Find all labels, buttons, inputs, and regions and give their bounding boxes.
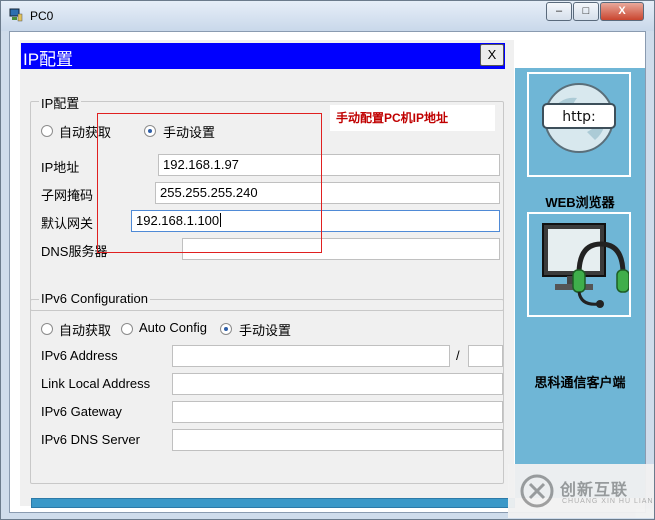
prefix-separator: / bbox=[456, 348, 460, 363]
ipv6-address-label: IPv6 Address bbox=[41, 348, 118, 363]
link-local-label: Link Local Address bbox=[41, 376, 151, 391]
ipv6-gateway-field[interactable] bbox=[172, 401, 503, 423]
ipv6-static-radio[interactable] bbox=[220, 323, 232, 335]
link-local-field[interactable] bbox=[172, 373, 503, 395]
client-area: IP配置 X IP配置 自动获取 手动设置 IP地址 192.168.1.97 … bbox=[9, 31, 646, 513]
ipv4-legend: IP配置 bbox=[39, 93, 82, 112]
ipv6-prefix-field[interactable] bbox=[468, 345, 503, 367]
web-browser-tile[interactable]: http: bbox=[527, 72, 631, 177]
desktop-sidebar: http: WEB浏览器 思科通信客户端 bbox=[515, 68, 645, 498]
panel-title: IP配置 bbox=[23, 50, 74, 69]
ipv6-address-field[interactable] bbox=[172, 345, 450, 367]
ipv6-legend: IPv6 Configuration bbox=[39, 291, 150, 306]
browser-icon-text: http: bbox=[562, 109, 595, 125]
annotation-note: 手动配置PC机IP地址 bbox=[330, 105, 495, 131]
window-close-button[interactable]: X bbox=[600, 2, 644, 21]
web-browser-icon: http: bbox=[542, 83, 616, 153]
ipv6-autoconfig-label[interactable]: Auto Config bbox=[139, 320, 207, 335]
default-gateway-label: 默认网关 bbox=[41, 216, 94, 231]
watermark: 创新互联 CHUANG XIN HU LIAN bbox=[508, 464, 654, 518]
panel-close-button[interactable]: X bbox=[480, 44, 504, 66]
cisco-client-icon bbox=[542, 223, 630, 308]
watermark-subtext: CHUANG XIN HU LIAN bbox=[562, 498, 654, 505]
maximize-button[interactable]: □ bbox=[573, 2, 599, 21]
subnet-mask-label: 子网掩码 bbox=[41, 188, 94, 203]
ipv6-auto-radio[interactable] bbox=[41, 323, 53, 335]
ipv6-dns-field[interactable] bbox=[172, 429, 503, 451]
ipv6-auto-label[interactable]: 自动获取 bbox=[59, 320, 111, 339]
bottom-status-bar bbox=[31, 498, 515, 508]
window-title: PC0 bbox=[30, 9, 54, 23]
watermark-logo-icon bbox=[520, 474, 554, 508]
ipv6-static-label[interactable]: 手动设置 bbox=[239, 320, 291, 339]
ipv4-dhcp-radio[interactable] bbox=[41, 125, 53, 137]
web-browser-label[interactable]: WEB浏览器 bbox=[515, 192, 645, 211]
title-bar: PC0 – □ X bbox=[1, 1, 654, 31]
highlight-box bbox=[97, 113, 322, 253]
app-window: PC0 – □ X IP配置 X IP配置 自动获取 手动设置 IP地址 192… bbox=[0, 0, 655, 520]
minimize-button[interactable]: – bbox=[546, 2, 572, 21]
watermark-text: 创新互联 bbox=[560, 482, 629, 499]
ipv6-gateway-label: IPv6 Gateway bbox=[41, 404, 122, 419]
cisco-client-tile[interactable] bbox=[527, 212, 631, 317]
ipv6-dns-label: IPv6 DNS Server bbox=[41, 432, 140, 447]
ipv6-autoconfig-radio[interactable] bbox=[121, 323, 133, 335]
ipv6-group: IPv6 Configuration 自动获取 Auto Config 手动设置… bbox=[30, 291, 504, 484]
cisco-client-label[interactable]: 思科通信客户端 bbox=[515, 372, 645, 391]
pc-app-icon bbox=[9, 8, 23, 22]
ip-address-label: IP地址 bbox=[41, 160, 80, 175]
panel-header: IP配置 X bbox=[21, 43, 505, 69]
